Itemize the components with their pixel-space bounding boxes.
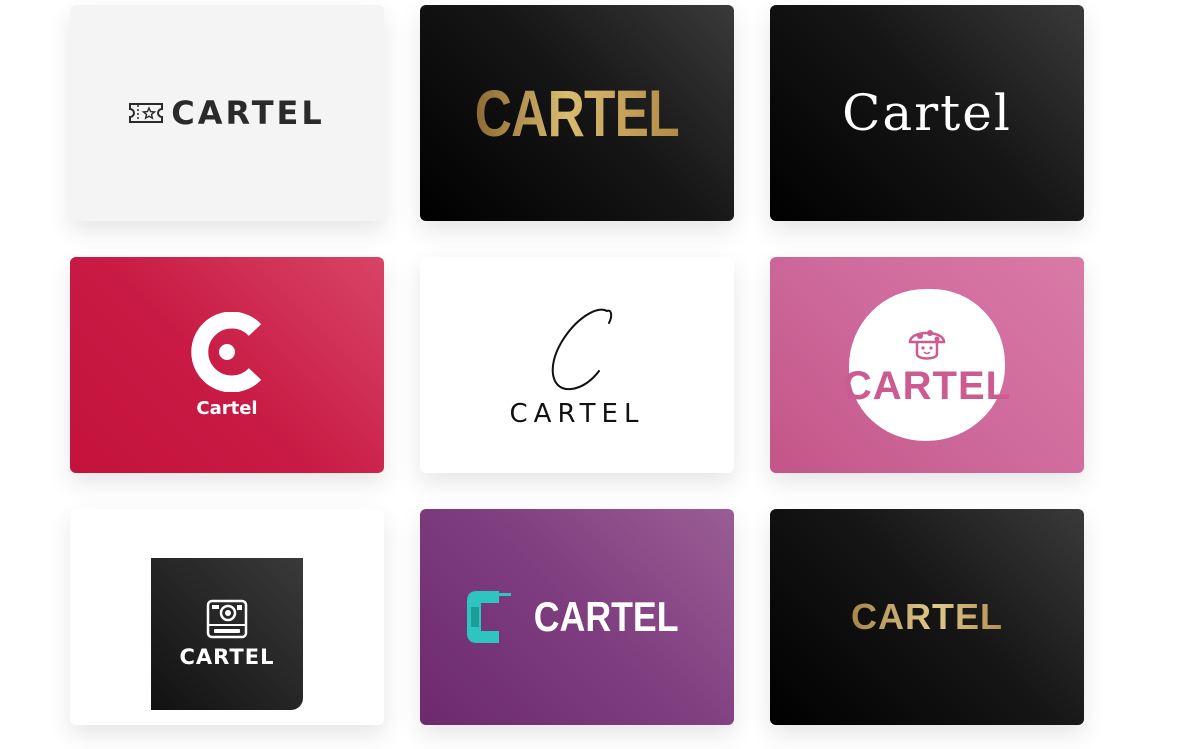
c-monogram-icon [191, 311, 262, 392]
logo-tile: CARTEL [151, 558, 303, 710]
logo-wordmark: Cartel [842, 84, 1012, 142]
script-c-icon [551, 308, 613, 391]
logo-card-teal-c[interactable]: CARTEL [420, 509, 734, 725]
logo-ticket-lockup: CARTEL [129, 94, 325, 132]
logo-card-camera[interactable]: CARTEL [70, 509, 384, 725]
logo-card-mushroom[interactable]: CARTEL [770, 257, 1084, 473]
logo-wordmark: CARTEL [171, 94, 325, 132]
logo-card-gold-sans[interactable]: CARTEL [770, 509, 1084, 725]
mushroom-icon [908, 329, 946, 360]
logo-card-c-monogram[interactable]: Cartel [70, 257, 384, 473]
logo-badge: CARTEL [843, 289, 1010, 441]
logo-wordmark: CARTEL [851, 596, 1003, 637]
logo-wordmark: CARTEL [509, 399, 645, 429]
logo-wordmark: CARTEL [533, 593, 679, 640]
logo-wordmark: Cartel [196, 397, 258, 419]
logo-wordmark: CARTEL [474, 76, 680, 150]
ticket-icon [129, 103, 164, 123]
logo-wordmark: CARTEL [842, 363, 1012, 408]
logo-card-gold-condensed[interactable]: CARTEL [420, 5, 734, 221]
instant-camera-icon [206, 599, 248, 639]
logo-card-script-c[interactable]: CARTEL [420, 257, 734, 473]
logo-card-serif[interactable]: Cartel [770, 5, 1084, 221]
logo-card-ticket[interactable]: CARTEL [70, 5, 384, 221]
teal-c-mark-icon [466, 591, 511, 643]
logo-wordmark: CARTEL [179, 645, 275, 669]
